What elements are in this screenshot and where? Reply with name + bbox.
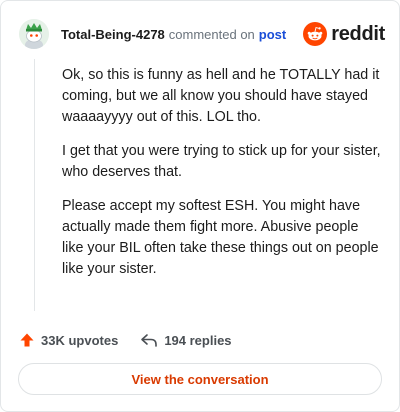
- upvote-arrow-icon: [20, 333, 34, 347]
- comment-paragraph: I get that you were trying to stick up f…: [62, 143, 381, 180]
- comment-paragraph: Ok, so this is funny as hell and he TOTA…: [62, 67, 380, 125]
- comment-actions: 33K upvotes 194 replies: [19, 329, 232, 351]
- view-conversation-button[interactable]: View the conversation: [18, 363, 382, 395]
- reddit-wordmark: reddit: [331, 22, 385, 45]
- post-link[interactable]: post: [259, 27, 286, 42]
- reddit-brand[interactable]: reddit: [303, 22, 385, 46]
- action-text: commented on: [168, 26, 255, 42]
- replies-button[interactable]: 194 replies: [140, 332, 232, 348]
- comment-meta: Total-Being-4278 commented on post: [61, 27, 286, 42]
- thread-line: [34, 59, 35, 311]
- snoo-avatar-icon[interactable]: [19, 19, 49, 49]
- comment-paragraph: Please accept my softest ESH. You might …: [62, 198, 379, 277]
- reddit-logo-icon: [303, 22, 328, 46]
- reply-arrow-icon: [141, 334, 158, 347]
- comment-body: Ok, so this is funny as hell and he TOTA…: [62, 65, 382, 293]
- reply-count: 194 replies: [164, 332, 232, 348]
- upvote-count: 33K upvotes: [41, 332, 119, 348]
- comment-header: Total-Being-4278 commented on post reddi…: [19, 17, 385, 51]
- upvote-button[interactable]: 33K upvotes: [19, 332, 118, 348]
- username[interactable]: Total-Being-4278: [61, 27, 165, 42]
- comment-embed-card: Total-Being-4278 commented on post reddi…: [0, 0, 400, 412]
